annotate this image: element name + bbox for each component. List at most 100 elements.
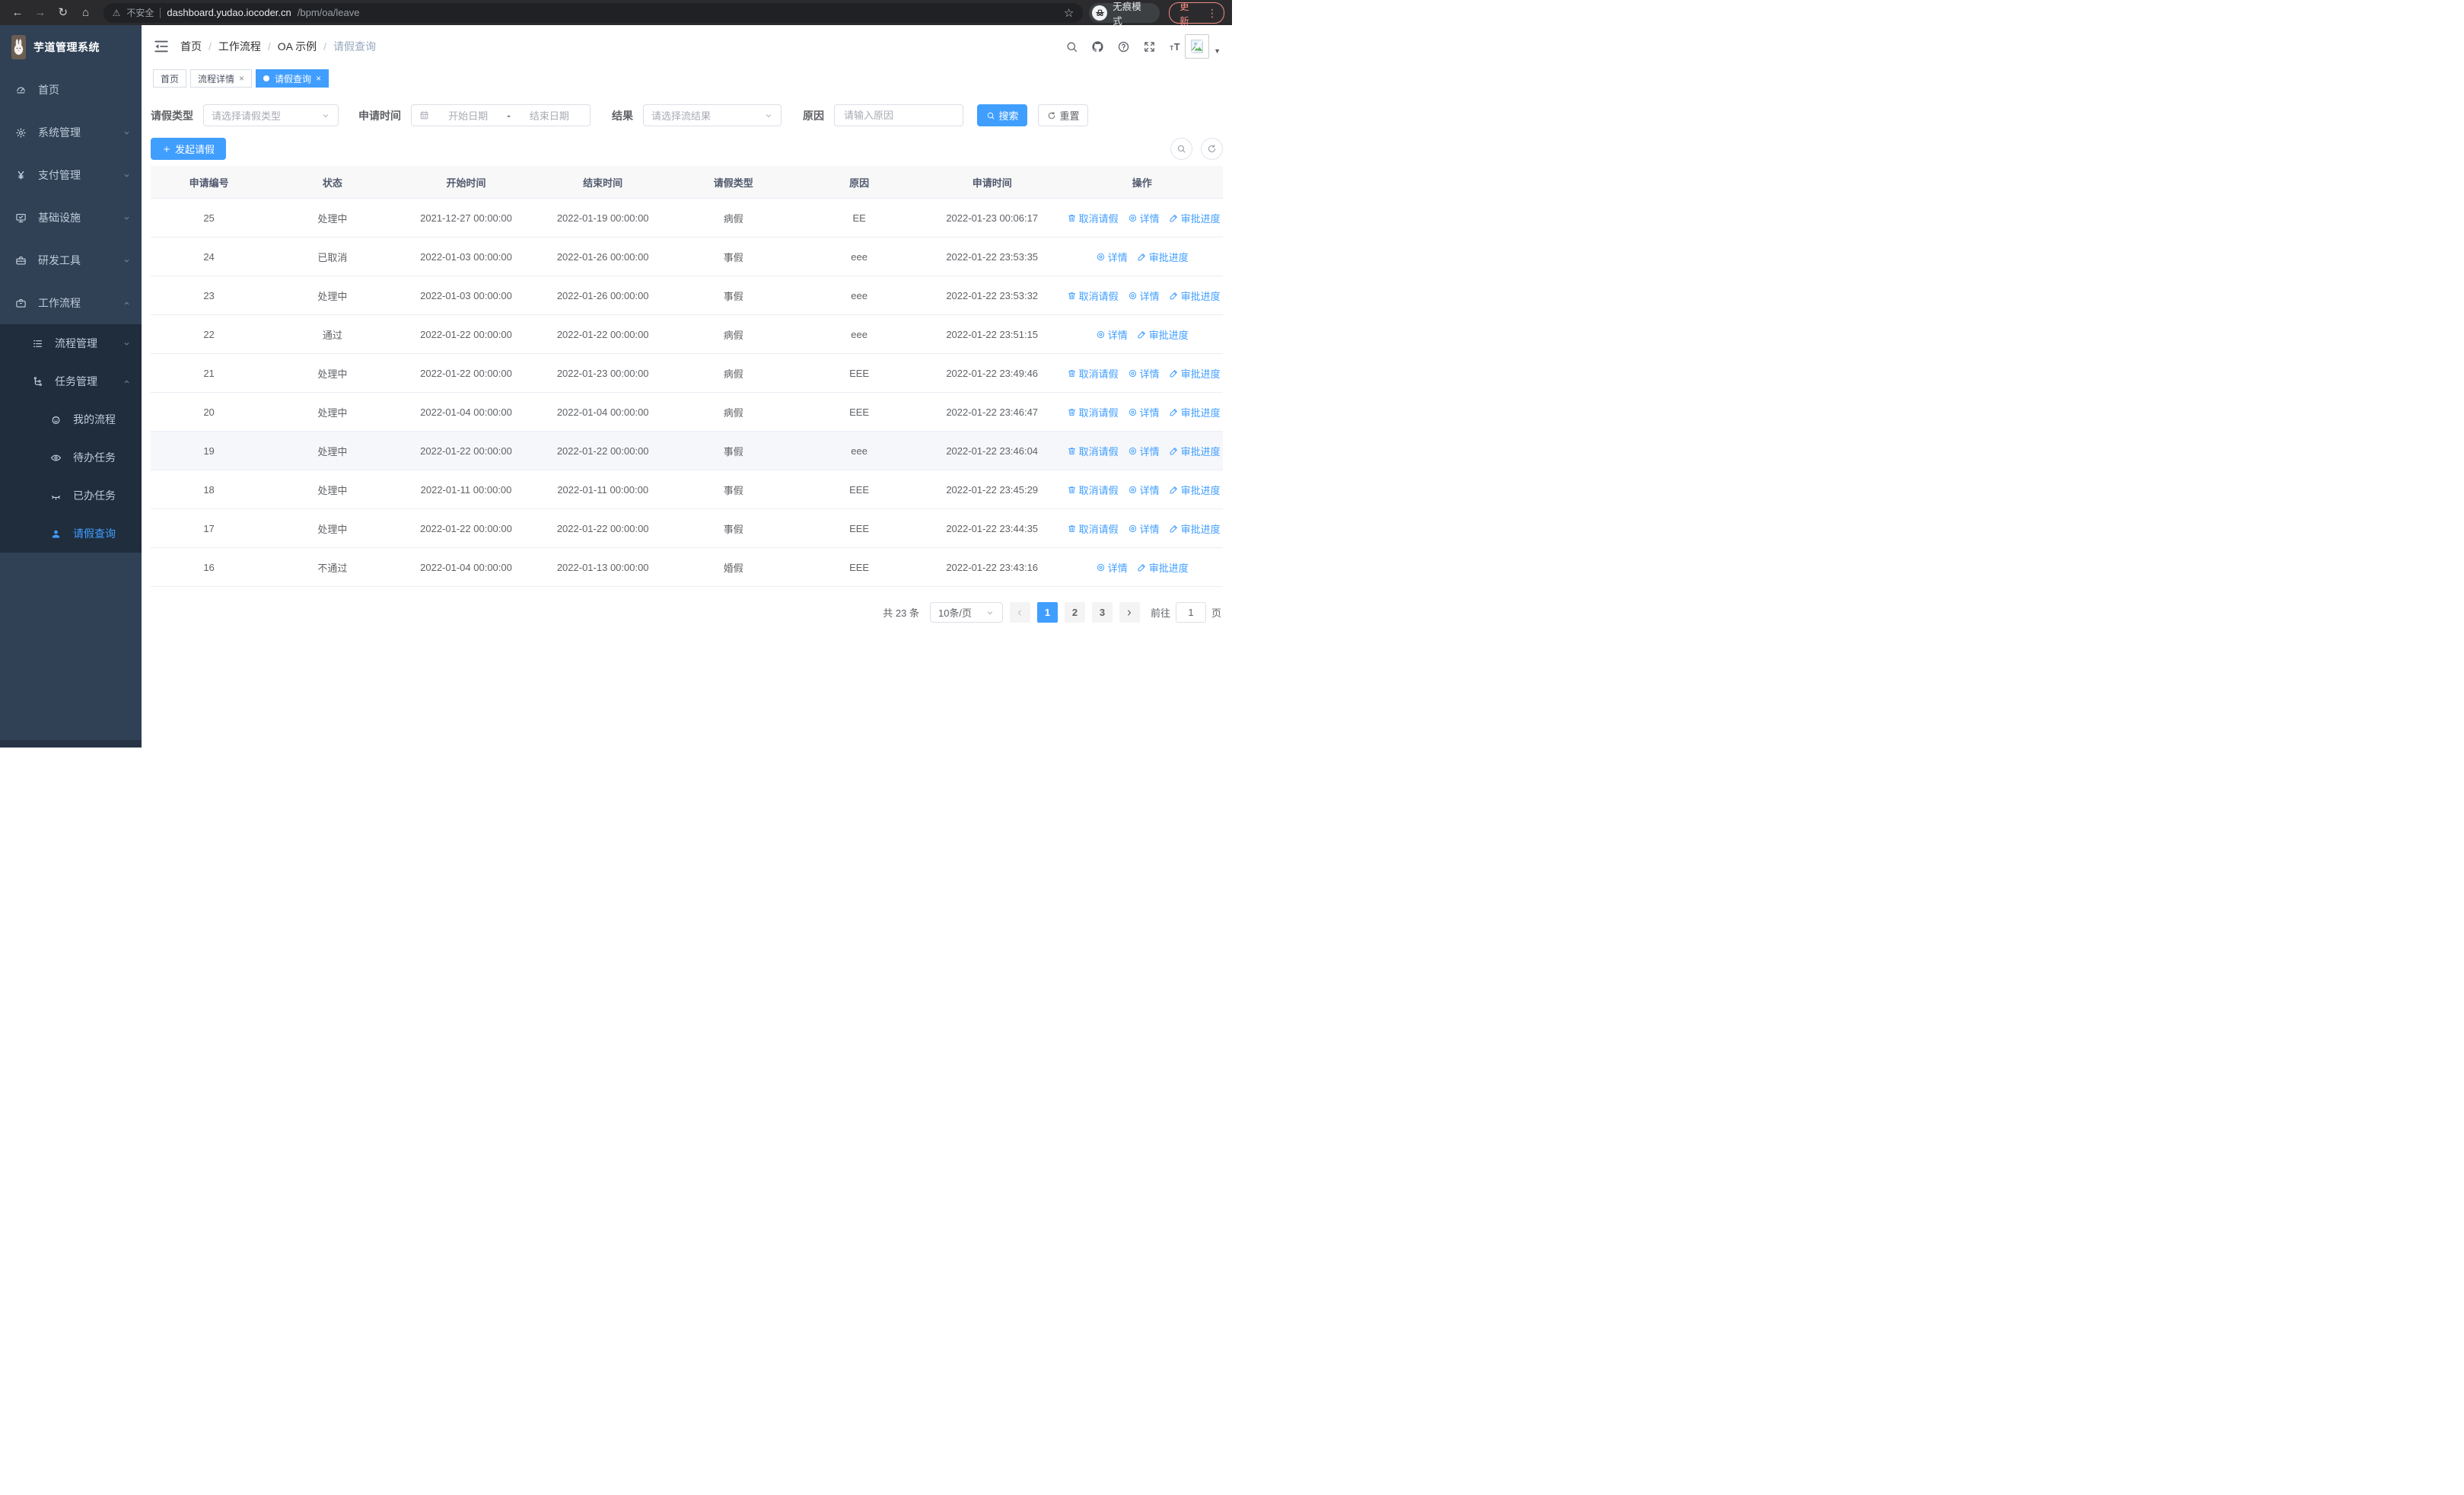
detail-action-link[interactable]: 详情 — [1128, 483, 1160, 497]
fullscreen-icon[interactable] — [1143, 40, 1156, 53]
page-button-1[interactable]: 1 — [1036, 602, 1058, 623]
sidebar-item-robot[interactable]: 我的流程 — [0, 400, 142, 438]
next-page-button[interactable] — [1119, 602, 1140, 623]
table-row[interactable]: 20 处理中 2022-01-04 00:00:00 2022-01-04 00:00… — [151, 392, 1223, 432]
reset-button[interactable]: 重置 — [1038, 104, 1088, 126]
forward-icon[interactable]: → — [30, 3, 50, 23]
detail-action-link[interactable]: 详情 — [1096, 250, 1128, 264]
table-row[interactable]: 24 已取消 2022-01-03 00:00:00 2022-01-26 00:00… — [151, 237, 1223, 276]
sidebar-item-yen[interactable]: 支付管理 — [0, 154, 142, 196]
progress-action-link[interactable]: 审批进度 — [1169, 288, 1221, 303]
goto-page-input[interactable] — [1175, 602, 1206, 623]
help-icon[interactable] — [1117, 40, 1130, 53]
progress-action-link[interactable]: 审批进度 — [1137, 327, 1189, 342]
progress-action-link[interactable]: 审批进度 — [1169, 366, 1221, 381]
back-icon[interactable]: ← — [8, 3, 27, 23]
font-size-icon[interactable]: TT — [1169, 40, 1182, 53]
table-row[interactable]: 22 通过 2022-01-22 00:00:00 2022-01-22 00:00:… — [151, 314, 1223, 354]
sidebar-item-list[interactable]: 流程管理 — [0, 324, 142, 362]
sidebar-item-eye-closed[interactable]: 已办任务 — [0, 477, 142, 515]
cancel-action-link[interactable]: 取消请假 — [1067, 521, 1119, 536]
detail-action-link[interactable]: 详情 — [1128, 405, 1160, 419]
reload-icon[interactable]: ↻ — [53, 3, 73, 23]
progress-action-link[interactable]: 审批进度 — [1169, 211, 1221, 225]
monitor-icon — [15, 212, 27, 224]
table-row[interactable]: 18 处理中 2022-01-11 00:00:00 2022-01-11 00:00… — [151, 470, 1223, 509]
action-label: 审批进度 — [1180, 406, 1221, 419]
avatar[interactable] — [1185, 34, 1210, 59]
search-button[interactable]: 搜索 — [977, 104, 1027, 126]
svg-text:T: T — [1170, 44, 1173, 51]
create-leave-button[interactable]: 发起请假 — [151, 138, 227, 160]
breadcrumb-separator: / — [267, 40, 271, 53]
table-row[interactable]: 21 处理中 2022-01-22 00:00:00 2022-01-23 00:00… — [151, 353, 1223, 393]
update-button[interactable]: 更新 ⋮ — [1169, 2, 1224, 27]
cancel-action-link[interactable]: 取消请假 — [1067, 211, 1119, 225]
breadcrumb-item[interactable]: OA 示例 — [278, 39, 317, 54]
progress-action-link[interactable]: 审批进度 — [1169, 444, 1221, 458]
detail-action-link[interactable]: 详情 — [1128, 444, 1160, 458]
progress-action-link[interactable]: 审批进度 — [1169, 521, 1221, 536]
tag-view-tab[interactable]: 流程详情 × — [190, 69, 253, 88]
prev-page-button[interactable] — [1009, 602, 1030, 623]
tag-view-tab[interactable]: 首页 — [153, 69, 187, 88]
search-icon[interactable] — [1065, 40, 1078, 53]
table-row[interactable]: 16 不通过 2022-01-04 00:00:00 2022-01-13 00:00… — [151, 547, 1223, 587]
page-button-3[interactable]: 3 — [1091, 602, 1113, 623]
avatar-caret-icon[interactable]: ▼ — [1214, 47, 1221, 55]
sidebar-item-briefcase[interactable]: 工作流程 — [0, 282, 142, 324]
browser-menu-icon[interactable]: ⋮ — [1205, 8, 1219, 18]
sidebar-item-user[interactable]: 请假查询 — [0, 515, 142, 553]
progress-action-link[interactable]: 审批进度 — [1169, 405, 1221, 419]
table-row[interactable]: 23 处理中 2022-01-03 00:00:00 2022-01-26 00:00… — [151, 276, 1223, 315]
cell-leave_type: 病假 — [671, 353, 796, 393]
breadcrumb-item[interactable]: 工作流程 — [218, 39, 261, 54]
cell-end_time: 2022-01-22 00:00:00 — [534, 508, 672, 548]
table-row[interactable]: 19 处理中 2022-01-22 00:00:00 2022-01-22 00:00… — [151, 431, 1223, 470]
logo[interactable]: 芋道管理系统 — [0, 25, 142, 69]
toggle-search-button[interactable] — [1170, 138, 1192, 160]
bookmark-star-icon[interactable]: ☆ — [1064, 6, 1074, 20]
page-button-2[interactable]: 2 — [1064, 602, 1085, 623]
cancel-action-link[interactable]: 取消请假 — [1067, 483, 1119, 497]
close-icon[interactable]: × — [239, 73, 244, 84]
breadcrumb-item[interactable]: 首页 — [180, 39, 202, 54]
reason-input[interactable] — [842, 109, 955, 122]
close-icon[interactable]: × — [316, 73, 321, 84]
result-select[interactable]: 请选择流结果 — [643, 104, 782, 126]
fold-menu-icon[interactable] — [153, 38, 170, 55]
cell-start_time: 2022-01-03 00:00:00 — [397, 237, 535, 276]
detail-action-link[interactable]: 详情 — [1096, 560, 1128, 575]
leave-type-select[interactable]: 请选择请假类型 — [203, 104, 339, 126]
sidebar-item-tree[interactable]: 任务管理 — [0, 362, 142, 400]
detail-action-link[interactable]: 详情 — [1128, 366, 1160, 381]
home-icon[interactable]: ⌂ — [76, 3, 96, 23]
progress-action-link[interactable]: 审批进度 — [1137, 250, 1189, 264]
apply-time-range-picker[interactable]: 开始日期 - 结束日期 — [411, 104, 591, 126]
refresh-table-button[interactable] — [1201, 138, 1223, 160]
sidebar-item-eye[interactable]: 待办任务 — [0, 438, 142, 477]
sidebar-item-toolbox[interactable]: 研发工具 — [0, 239, 142, 282]
table-row[interactable]: 17 处理中 2022-01-22 00:00:00 2022-01-22 00:00… — [151, 508, 1223, 548]
progress-action-link[interactable]: 审批进度 — [1137, 560, 1189, 575]
detail-action-link[interactable]: 详情 — [1128, 521, 1160, 536]
tag-view-tab[interactable]: 请假查询 × — [256, 69, 329, 88]
address-bar[interactable]: ⚠ 不安全 dashboard.yudao.iocoder.cn/bpm/oa/… — [103, 2, 1084, 23]
cancel-action-link[interactable]: 取消请假 — [1067, 444, 1119, 458]
filter-form: 请假类型 请选择请假类型 申请时间 开始日期 - 结束日期 结果 请选择流结果 — [151, 104, 1232, 126]
cancel-action-link[interactable]: 取消请假 — [1067, 288, 1119, 303]
cancel-action-link[interactable]: 取消请假 — [1067, 405, 1119, 419]
cancel-action-link[interactable]: 取消请假 — [1067, 366, 1119, 381]
cell-actions: 取消请假 详情 审批进度 — [1061, 276, 1223, 315]
chevron-down-icon — [123, 171, 131, 180]
progress-action-link[interactable]: 审批进度 — [1169, 483, 1221, 497]
page-size-select[interactable]: 10条/页 — [929, 602, 1003, 623]
table-row[interactable]: 25 处理中 2021-12-27 00:00:00 2022-01-19 00:00… — [151, 198, 1223, 237]
detail-action-link[interactable]: 详情 — [1128, 288, 1160, 303]
github-icon[interactable] — [1091, 40, 1104, 53]
detail-action-link[interactable]: 详情 — [1096, 327, 1128, 342]
sidebar-item-dashboard[interactable]: 首页 — [0, 69, 142, 111]
detail-action-link[interactable]: 详情 — [1128, 211, 1160, 225]
sidebar-item-monitor[interactable]: 基础设施 — [0, 196, 142, 239]
sidebar-item-gear[interactable]: 系统管理 — [0, 111, 142, 154]
